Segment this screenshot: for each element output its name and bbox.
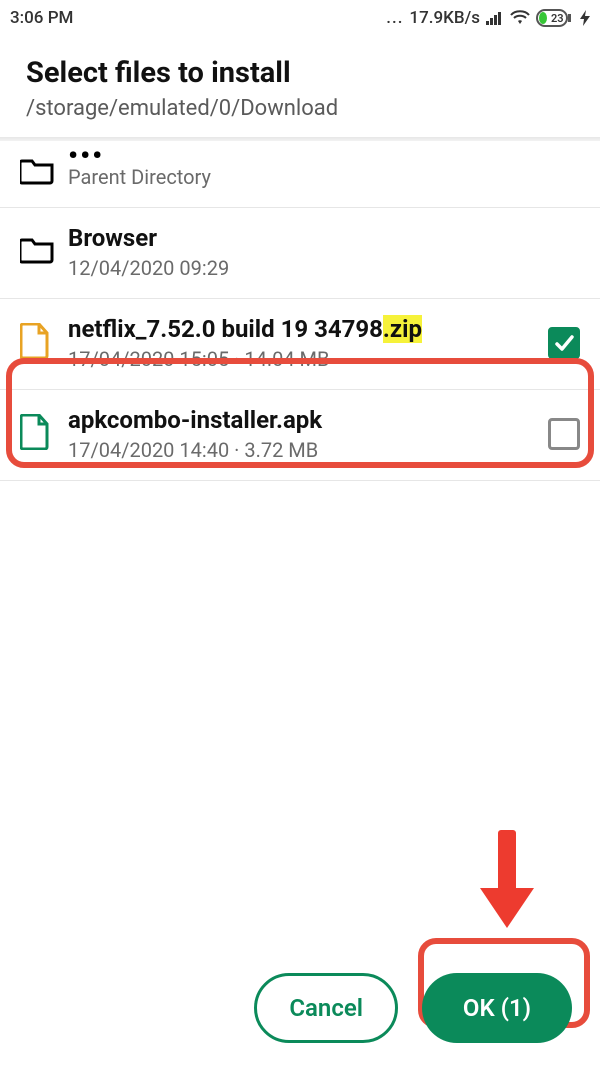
page-header: Select files to install /storage/emulate… [0, 36, 600, 137]
status-bar: 3:06 PM ... 17.9KB/s 23 [0, 0, 600, 36]
wifi-icon [510, 10, 530, 26]
footer-buttons: Cancel OK (1) [0, 973, 600, 1043]
status-dots: ... [386, 8, 403, 28]
file-meta: 17/04/2020 14:40 · 3.72 MB [68, 438, 524, 462]
file-row-apkcombo[interactable]: apkcombo-installer.apk 17/04/2020 14:40 … [0, 390, 600, 481]
file-icon [20, 323, 50, 363]
folder-name: Browser [68, 224, 580, 252]
file-checkbox[interactable] [548, 418, 580, 450]
parent-dots: ••• [68, 151, 580, 161]
folder-icon [20, 236, 54, 268]
svg-text:23: 23 [551, 12, 564, 25]
file-name: netflix_7.52.0 build 19 34798.zip [68, 315, 524, 343]
folder-meta: 12/04/2020 09:29 [68, 256, 580, 280]
file-list: ••• Parent Directory Browser 12/04/2020 … [0, 141, 600, 481]
cancel-button[interactable]: Cancel [254, 973, 398, 1043]
signal-icon [486, 10, 504, 26]
file-name: apkcombo-installer.apk [68, 406, 524, 434]
current-path: /storage/emulated/0/Download [26, 96, 574, 121]
parent-label: Parent Directory [68, 165, 580, 189]
annotation-arrow [480, 830, 532, 940]
ok-button[interactable]: OK (1) [422, 973, 572, 1043]
file-checkbox[interactable] [548, 327, 580, 359]
check-icon [553, 332, 575, 354]
folder-icon [20, 157, 54, 189]
folder-row-browser[interactable]: Browser 12/04/2020 09:29 [0, 208, 600, 299]
status-time: 3:06 PM [10, 8, 73, 28]
charging-icon [580, 10, 590, 26]
battery-icon: 23 [536, 9, 574, 27]
highlighted-ext: .zip [383, 315, 422, 343]
status-speed: 17.9KB/s [409, 8, 480, 28]
file-icon [20, 414, 50, 454]
page-title: Select files to install [26, 56, 574, 90]
file-meta: 17/04/2020 15:05 · 14.04 MB [68, 347, 524, 371]
parent-directory-row[interactable]: ••• Parent Directory [0, 141, 600, 208]
file-row-netflix-zip[interactable]: netflix_7.52.0 build 19 34798.zip 17/04/… [0, 299, 600, 390]
